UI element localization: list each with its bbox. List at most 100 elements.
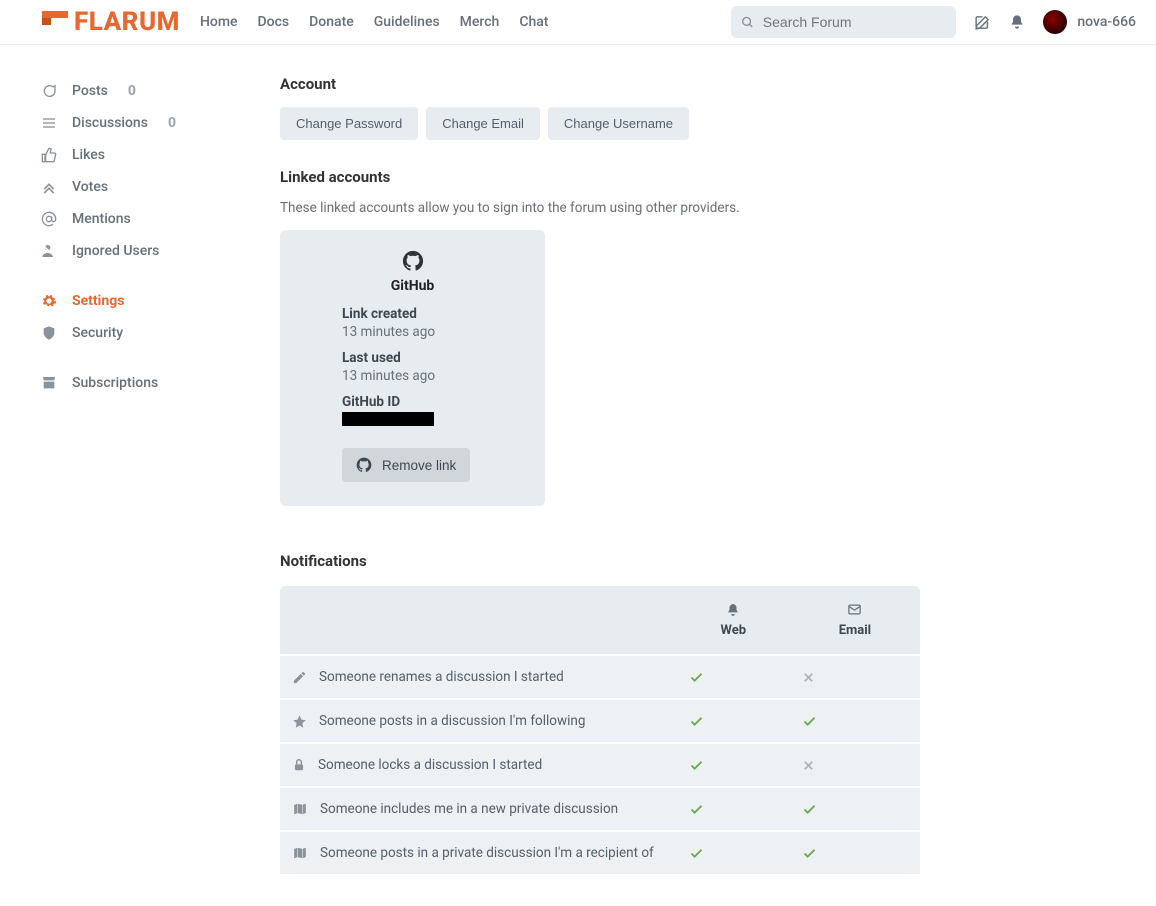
user-menu[interactable]: nova-666 (1043, 10, 1136, 34)
notification-row: Someone locks a discussion I started (280, 744, 920, 786)
search-box[interactable] (731, 6, 956, 38)
check-icon[interactable] (689, 758, 778, 773)
sidebar-item-label: Mentions (72, 211, 131, 227)
sidebar-item-label: Security (72, 325, 123, 341)
notification-web-toggle[interactable] (677, 744, 790, 786)
github-id-label: GitHub ID (342, 394, 521, 410)
notifications-title: Notifications (280, 552, 920, 570)
notification-web-toggle[interactable] (677, 700, 790, 742)
notification-label: Someone locks a discussion I started (318, 757, 542, 773)
check-icon[interactable] (689, 714, 778, 729)
linked-accounts-desc: These linked accounts allow you to sign … (280, 200, 920, 216)
nav-donate[interactable]: Donate (309, 14, 354, 30)
x-icon[interactable] (802, 671, 908, 684)
star-icon (292, 714, 307, 729)
github-icon (356, 457, 372, 473)
notification-email-toggle[interactable] (790, 700, 920, 742)
linked-account-card: GitHub Link created 13 minutes ago Last … (280, 230, 545, 506)
sidebar-item-ignored[interactable]: Ignored Users (40, 235, 240, 267)
nav-docs[interactable]: Docs (258, 14, 290, 30)
thumb-icon (40, 147, 58, 163)
nav-home[interactable]: Home (200, 14, 238, 30)
bell-icon (687, 603, 780, 617)
search-icon (741, 15, 754, 30)
sidebar-item-likes[interactable]: Likes (40, 139, 240, 171)
check-icon[interactable] (689, 670, 778, 685)
pencil-icon (292, 670, 307, 685)
sidebar: Posts 0 Discussions 0 Likes Votes Mentio… (40, 75, 240, 876)
flarum-icon (40, 9, 70, 35)
remove-link-button[interactable]: Remove link (342, 448, 470, 482)
check-icon[interactable] (802, 714, 908, 729)
sidebar-item-subscriptions[interactable]: Subscriptions (40, 367, 240, 399)
sidebar-item-label: Subscriptions (72, 375, 158, 391)
sidebar-item-label: Likes (72, 147, 105, 163)
change-username-button[interactable]: Change Username (548, 107, 689, 140)
brand-text: FLARUM (74, 7, 180, 37)
nav-merch[interactable]: Merch (460, 14, 500, 30)
notification-web-toggle[interactable] (677, 832, 790, 874)
sidebar-badge: 0 (168, 115, 176, 131)
compose-button[interactable] (974, 14, 991, 31)
search-input[interactable] (763, 14, 947, 30)
notification-email-toggle[interactable] (790, 832, 920, 874)
sidebar-item-label: Discussions (72, 115, 148, 131)
notification-email-toggle[interactable] (790, 788, 920, 830)
sidebar-item-label: Posts (72, 83, 108, 99)
sidebar-item-label: Ignored Users (72, 243, 159, 259)
lock-icon (292, 758, 306, 772)
last-used-value: 13 minutes ago (342, 368, 521, 384)
check-icon[interactable] (689, 846, 778, 861)
sidebar-item-settings[interactable]: Settings (40, 285, 240, 317)
sidebar-item-mentions[interactable]: Mentions (40, 203, 240, 235)
notification-email-toggle[interactable] (790, 656, 920, 698)
remove-link-label: Remove link (382, 458, 456, 473)
shield-icon (40, 325, 58, 341)
change-email-button[interactable]: Change Email (426, 107, 540, 140)
notification-row: Someone renames a discussion I started (280, 656, 920, 698)
notification-web-toggle[interactable] (677, 788, 790, 830)
sidebar-item-security[interactable]: Security (40, 317, 240, 349)
notification-row: Someone includes me in a new private dis… (280, 788, 920, 830)
link-created-value: 13 minutes ago (342, 324, 521, 340)
check-icon[interactable] (802, 802, 908, 817)
sidebar-item-votes[interactable]: Votes (40, 171, 240, 203)
github-icon (402, 250, 424, 272)
sidebar-item-label: Votes (72, 179, 108, 195)
check-icon[interactable] (689, 802, 778, 817)
top-nav: Home Docs Donate Guidelines Merch Chat (200, 14, 549, 30)
at-icon (40, 211, 58, 227)
github-id-value (342, 412, 434, 426)
notification-row: Someone posts in a discussion I'm follow… (280, 700, 920, 742)
sidebar-item-discussions[interactable]: Discussions 0 (40, 107, 240, 139)
notification-row: Someone posts in a private discussion I'… (280, 832, 920, 874)
store-icon (40, 375, 58, 391)
notification-web-toggle[interactable] (677, 656, 790, 698)
sidebar-badge: 0 (128, 83, 136, 99)
change-password-button[interactable]: Change Password (280, 107, 418, 140)
map-icon (292, 802, 308, 816)
nav-guidelines[interactable]: Guidelines (374, 14, 440, 30)
nav-chat[interactable]: Chat (519, 14, 548, 30)
x-icon[interactable] (802, 759, 908, 772)
sidebar-item-posts[interactable]: Posts 0 (40, 75, 240, 107)
brand-logo[interactable]: FLARUM (40, 7, 180, 37)
notification-email-toggle[interactable] (790, 744, 920, 786)
notification-label: Someone includes me in a new private dis… (320, 801, 618, 817)
gear-icon (40, 293, 58, 309)
sidebar-item-label: Settings (72, 293, 124, 309)
chevrons-up-icon (40, 179, 58, 195)
last-used-label: Last used (342, 350, 521, 366)
mail-icon (800, 602, 910, 617)
username-label: nova-666 (1077, 14, 1136, 30)
map-icon (292, 846, 308, 860)
provider-name: GitHub (304, 278, 521, 294)
check-icon[interactable] (802, 846, 908, 861)
account-title: Account (280, 75, 920, 93)
col-email: Email (790, 586, 920, 654)
notifications-button[interactable] (1009, 14, 1025, 30)
link-created-label: Link created (342, 306, 521, 322)
bars-icon (40, 115, 58, 131)
settings-content: Account Change Password Change Email Cha… (280, 75, 920, 876)
bell-icon (1009, 14, 1025, 30)
